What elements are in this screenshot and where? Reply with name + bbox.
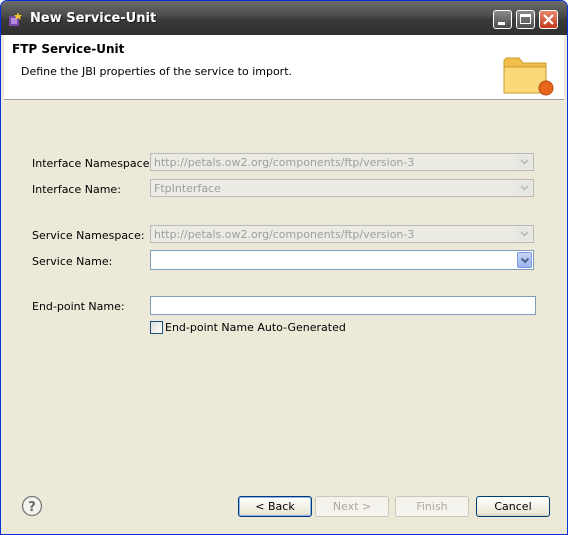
service-namespace-label: Service Namespace: [32,229,145,242]
back-button[interactable]: < Back [238,496,312,517]
close-button[interactable] [539,10,558,29]
title-bar[interactable]: New Service-Unit [1,1,567,35]
close-icon [543,14,554,25]
chevron-down-icon [517,227,532,241]
window-title: New Service-Unit [30,11,157,26]
help-icon[interactable]: ? [21,495,43,517]
finish-button[interactable]: Finish [395,496,469,517]
maximize-button[interactable] [516,10,535,29]
interface-name-label: Interface Name: [32,183,121,196]
wizard-content: Interface Namespace: http://petals.ow2.o… [7,102,561,482]
minimize-icon [498,22,505,25]
endpoint-name-field[interactable] [150,296,536,315]
next-button[interactable]: Next > [315,496,389,517]
chevron-down-icon [517,155,532,169]
endpoint-autogen-label[interactable]: End-point Name Auto-Generated [165,321,346,334]
page-title: FTP Service-Unit [12,42,125,56]
maximize-icon [520,14,531,24]
endpoint-autogen-checkbox[interactable] [150,321,163,334]
interface-namespace-combo: http://petals.ow2.org/components/ftp/ver… [150,153,534,171]
wizard-header-banner: FTP Service-Unit Define the JBI properti… [4,35,564,100]
interface-namespace-value: http://petals.ow2.org/components/ftp/ver… [154,156,415,169]
page-description: Define the JBI properties of the service… [21,65,293,78]
wizard-window: New Service-Unit FTP Service-Unit Define… [0,0,568,535]
svg-text:?: ? [28,500,36,515]
folder-icon [503,57,554,96]
interface-name-value: FtpInterface [154,182,221,195]
service-name-label: Service Name: [32,255,113,268]
eclipse-wizard-icon [9,12,22,26]
chevron-down-icon[interactable] [517,252,532,268]
service-name-combo[interactable] [150,250,534,270]
chevron-down-icon [517,181,532,195]
interface-namespace-label: Interface Namespace: [32,157,154,170]
endpoint-name-label: End-point Name: [32,300,125,313]
cancel-button[interactable]: Cancel [476,496,550,517]
service-namespace-value: http://petals.ow2.org/components/ftp/ver… [154,228,415,241]
service-namespace-combo: http://petals.ow2.org/components/ftp/ver… [150,225,534,243]
interface-name-combo: FtpInterface [150,179,534,197]
minimize-button[interactable] [493,10,512,29]
